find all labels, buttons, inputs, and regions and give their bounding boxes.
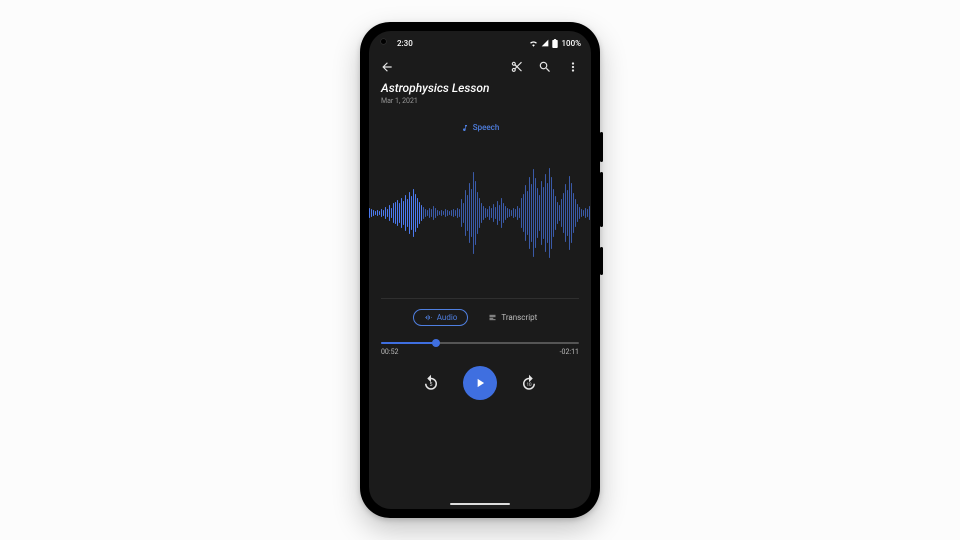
content-label-text: Speech	[473, 123, 500, 132]
back-button[interactable]	[375, 55, 399, 79]
edit-crop-button[interactable]	[505, 55, 529, 79]
battery-pct: 100%	[561, 39, 581, 48]
tab-transcript[interactable]: Transcript	[478, 310, 547, 325]
music-note-icon	[461, 124, 469, 132]
status-time: 2:30	[397, 39, 413, 48]
waveform-area[interactable]	[369, 132, 591, 288]
search-icon	[538, 60, 552, 74]
tab-audio-label: Audio	[437, 313, 458, 322]
phone-side-button	[600, 172, 603, 227]
replay-icon: 5	[422, 374, 440, 392]
forward-icon: 10	[520, 374, 538, 392]
more-button[interactable]	[561, 55, 585, 79]
search-button[interactable]	[533, 55, 557, 79]
play-icon	[473, 376, 487, 390]
svg-text:5: 5	[430, 382, 433, 388]
app-bar	[369, 53, 591, 81]
scissors-icon	[510, 60, 524, 74]
front-camera	[380, 38, 387, 45]
wifi-icon	[529, 39, 538, 47]
phone-side-button	[600, 132, 603, 162]
waveform-icon	[424, 313, 433, 322]
arrow-back-icon	[380, 60, 394, 74]
view-tabs: Audio Transcript	[369, 309, 591, 326]
tab-audio[interactable]: Audio	[413, 309, 469, 326]
content-label-chip: Speech	[369, 123, 591, 132]
svg-text:10: 10	[526, 382, 532, 388]
signal-icon	[541, 39, 549, 47]
time-elapsed: 00:52	[381, 348, 398, 356]
battery-icon	[552, 39, 558, 48]
playback-controls: 5 10	[369, 366, 591, 400]
play-button[interactable]	[463, 366, 497, 400]
status-bar: 2:30 100%	[369, 31, 591, 53]
transcript-icon	[488, 313, 497, 322]
tab-transcript-label: Transcript	[501, 313, 537, 322]
more-vert-icon	[566, 60, 580, 74]
gesture-nav-pill[interactable]	[450, 503, 510, 505]
title-block: Astrophysics Lesson Mar 1, 2021	[369, 81, 591, 109]
time-remaining: -02:11	[560, 348, 579, 356]
forward-10-button[interactable]: 10	[519, 373, 539, 393]
phone-frame: 2:30 100%	[360, 22, 600, 518]
phone-side-button	[600, 247, 603, 275]
recording-title[interactable]: Astrophysics Lesson	[381, 81, 579, 95]
divider	[381, 298, 579, 299]
replay-5-button[interactable]: 5	[421, 373, 441, 393]
recording-date: Mar 1, 2021	[381, 97, 579, 105]
seek-thumb[interactable]	[432, 339, 440, 347]
seek-bar[interactable]: 00:52 -02:11	[381, 342, 579, 356]
